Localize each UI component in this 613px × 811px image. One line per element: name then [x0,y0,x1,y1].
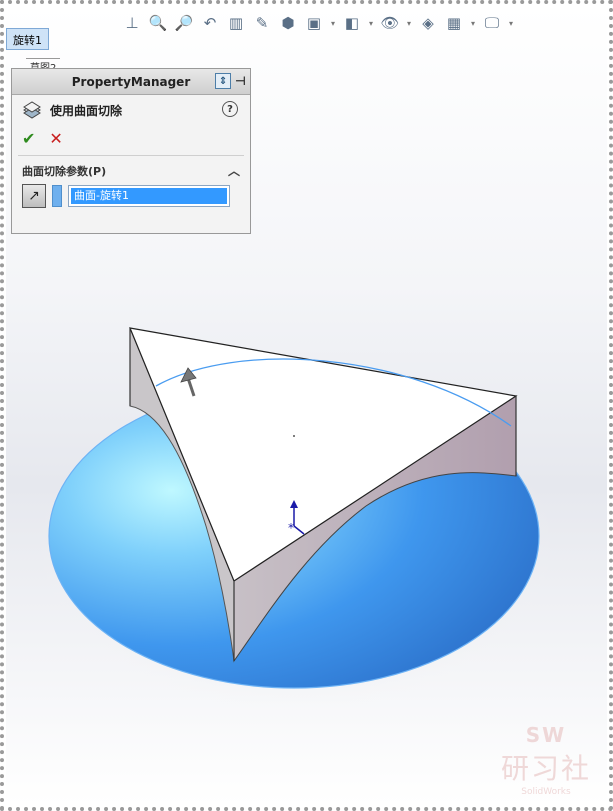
display-style-icon[interactable]: ▣ [303,12,325,34]
section-view-icon[interactable]: ▥ [225,12,247,34]
pm-divider [18,155,244,156]
expand-icon[interactable]: ⇕ [215,73,232,89]
zoom-to-fit-icon[interactable]: 🔍 [147,12,169,34]
svg-text:*: * [288,521,294,535]
pin-icon[interactable]: ⊣ [235,74,246,88]
appearance-caret-icon[interactable]: ▾ [405,19,413,28]
surface-cut-icon [23,101,41,119]
zoom-area-icon[interactable]: 🔎 [173,12,195,34]
pm-actions: ✔ ✕ [12,125,250,151]
hide-show-icon[interactable]: ◧ [341,12,363,34]
scene-icon[interactable]: ◈ [417,12,439,34]
monitor-icon[interactable]: 🖵 [481,12,503,34]
group-header-surface-cut-parameters[interactable]: 曲面切除参数(P) ︿ [12,160,250,182]
ok-check-icon[interactable]: ✔ [22,129,35,148]
chevron-up-icon[interactable]: ︿ [228,162,240,179]
dynamic-annotation-icon[interactable]: ✎ [251,12,273,34]
display-style-caret-icon[interactable]: ▾ [329,19,337,28]
normal-to-icon[interactable]: ⊥ [121,12,143,34]
cancel-x-icon[interactable]: ✕ [49,129,62,148]
previous-view-icon[interactable]: ↶ [199,12,221,34]
view-orientation-icon[interactable]: ⬢ [277,12,299,34]
pm-title: 使用曲面切除 [50,103,123,118]
surface-selection-box[interactable]: 曲面-旋转1 [68,185,230,207]
watermark: SW 研习社 SolidWorks [491,723,601,797]
pm-title-row: 使用曲面切除 ? [12,95,250,125]
graphics-area[interactable]: * ⊥ 🔍 🔎 ↶ ▥ ✎ ⬢ ▣ ▾ ◧ ▾ 👁 ▾ ◈ ▦ ▾ 🖵 ▾ 旋转… [6,6,607,805]
property-manager: PropertyManager ⇕ ⊣ 使用曲面切除 ? ✔ ✕ 曲面切除参数(… [11,68,251,234]
feature-tab[interactable]: 旋转1 [6,28,49,50]
watermark-top: SW [525,723,567,747]
group-label: 曲面切除参数(P) [22,165,107,178]
watermark-main: 研习社 [500,752,591,785]
help-icon[interactable]: ? [222,101,238,117]
heads-up-toolbar: ⊥ 🔍 🔎 ↶ ▥ ✎ ⬢ ▣ ▾ ◧ ▾ 👁 ▾ ◈ ▦ ▾ 🖵 ▾ [121,10,515,36]
appearance-icon[interactable]: 👁 [379,12,401,34]
pm-header: PropertyManager ⇕ ⊣ [12,69,250,95]
center-point [293,435,295,437]
group-body: ↗ 曲面-旋转1 [12,182,250,210]
flip-cut-button[interactable]: ↗ [22,184,46,208]
watermark-sub: SolidWorks [521,787,571,797]
pm-header-label: PropertyManager [71,74,191,89]
selected-surface-item[interactable]: 曲面-旋转1 [71,188,227,204]
display-settings-icon[interactable]: ▦ [443,12,465,34]
hide-show-caret-icon[interactable]: ▾ [367,19,375,28]
display-settings-caret-icon[interactable]: ▾ [469,19,477,28]
selection-color-swatch [52,185,62,207]
monitor-caret-icon[interactable]: ▾ [507,19,515,28]
